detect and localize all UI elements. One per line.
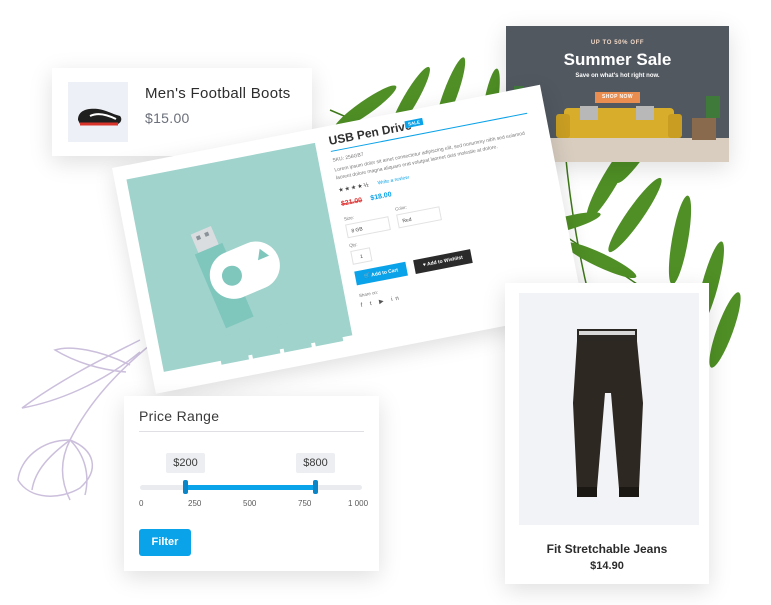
range-tick: 1 000 bbox=[348, 499, 369, 508]
range-tick: 0 bbox=[139, 499, 144, 508]
min-price-handle[interactable] bbox=[183, 480, 188, 494]
color-label: Color: bbox=[394, 204, 408, 212]
jeans-image[interactable] bbox=[519, 293, 699, 525]
thumbnail-2[interactable] bbox=[247, 325, 281, 359]
range-tick: 750 bbox=[298, 499, 312, 508]
price-range-filter: Price Range $200 $800 0 250 500 750 1 00… bbox=[124, 396, 379, 571]
filter-button[interactable]: Filter bbox=[139, 529, 191, 556]
share-label: Share on: bbox=[358, 289, 379, 299]
jeans-picture bbox=[573, 329, 643, 497]
write-review-link[interactable]: Write a review bbox=[377, 175, 409, 187]
add-to-wishlist-button[interactable]: ♥ Add to Wishlist bbox=[413, 249, 473, 274]
size-label: Size: bbox=[343, 214, 355, 222]
qty-label: Qty: bbox=[348, 241, 358, 249]
banner-kicker: UP TO 50% OFF bbox=[590, 40, 645, 46]
min-price-tooltip: $200 bbox=[166, 453, 205, 473]
sale-price: $18.00 bbox=[369, 191, 393, 203]
product-price: $15.00 bbox=[145, 110, 190, 126]
thumbnail-3[interactable] bbox=[279, 319, 312, 353]
price-range-title: Price Range bbox=[139, 408, 220, 424]
banner-subtitle: Save on what's hot right now. bbox=[575, 73, 660, 79]
old-price: $21.00 bbox=[340, 196, 363, 208]
range-tick: 500 bbox=[243, 499, 257, 508]
banner-title: Summer Sale bbox=[563, 50, 672, 69]
shop-now-button[interactable]: SHOP NOW bbox=[595, 92, 640, 103]
thumbnail-4[interactable] bbox=[310, 313, 344, 347]
product-card-jeans[interactable]: Fit Stretchable Jeans $14.90 bbox=[505, 283, 709, 584]
add-to-wishlist-label: Add to Wishlist bbox=[426, 254, 464, 268]
range-selected-fill bbox=[185, 485, 315, 490]
product-name[interactable]: Fit Stretchable Jeans bbox=[505, 542, 709, 556]
range-tick: 250 bbox=[188, 499, 202, 508]
product-name[interactable]: Men's Football Boots bbox=[145, 85, 291, 102]
max-price-handle[interactable] bbox=[313, 480, 318, 494]
thumbnail-1[interactable] bbox=[216, 331, 250, 365]
rating-stars-icon: ★★★★½ bbox=[338, 182, 371, 195]
title-divider bbox=[139, 431, 364, 432]
product-price: $14.90 bbox=[590, 560, 624, 572]
add-to-cart-button[interactable]: 🛒 Add to Cart bbox=[354, 261, 408, 286]
qty-input[interactable]: 1 bbox=[350, 247, 373, 265]
add-to-cart-label: Add to Cart bbox=[370, 267, 399, 279]
product-thumbnail[interactable] bbox=[68, 82, 128, 142]
max-price-tooltip: $800 bbox=[296, 453, 335, 473]
football-boot-image bbox=[78, 108, 122, 126]
